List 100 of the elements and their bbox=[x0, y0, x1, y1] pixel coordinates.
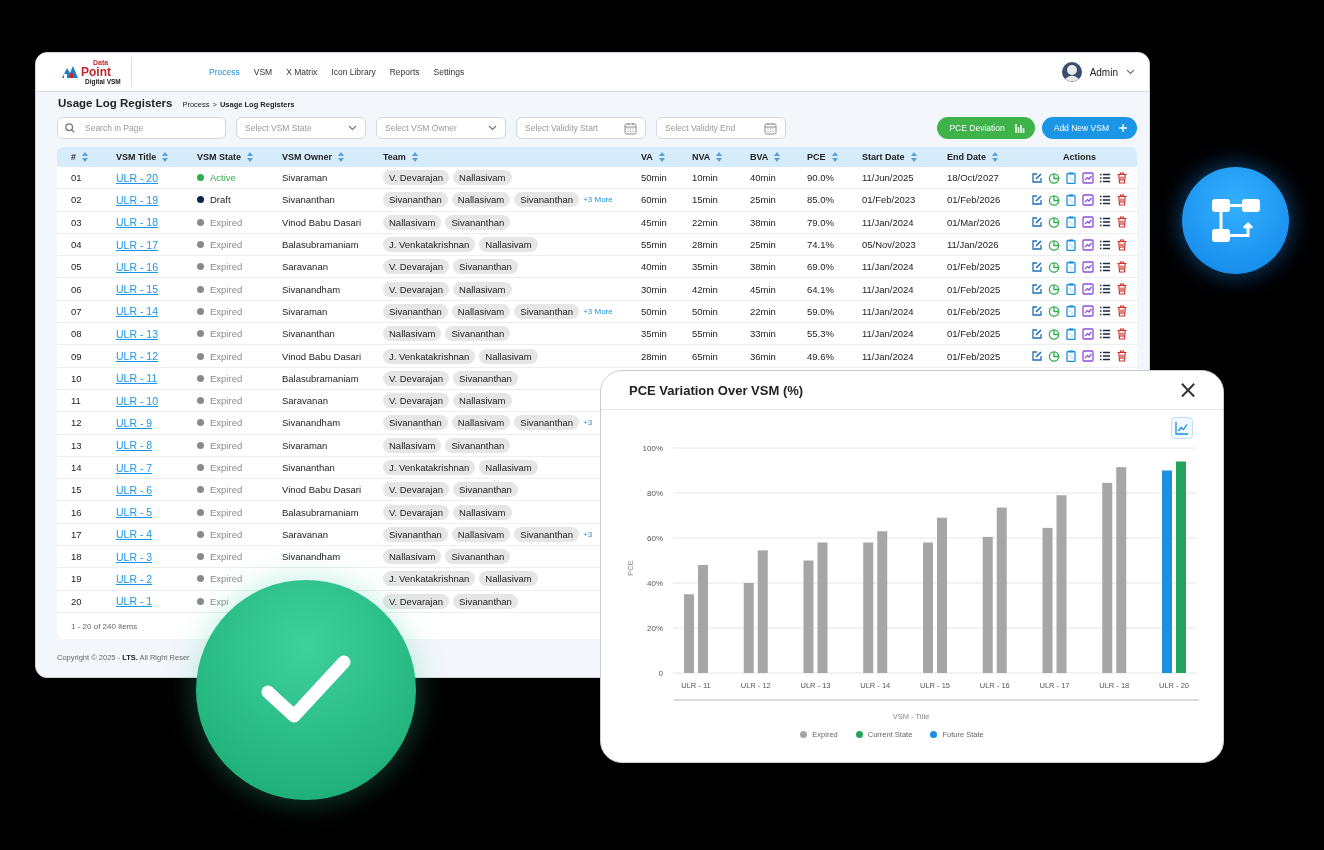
more-link[interactable]: +3 bbox=[583, 418, 593, 428]
title-link[interactable]: ULR - 1 bbox=[116, 595, 153, 608]
list-icon[interactable] bbox=[1099, 193, 1111, 206]
avatar-icon[interactable] bbox=[1061, 62, 1082, 82]
list-icon[interactable] bbox=[1099, 238, 1111, 251]
list-icon[interactable] bbox=[1099, 260, 1111, 273]
title-link[interactable]: ULR - 11 bbox=[116, 372, 158, 385]
title-link[interactable]: ULR - 20 bbox=[116, 171, 158, 184]
clipboard-icon[interactable] bbox=[1065, 260, 1077, 273]
pie-icon[interactable] bbox=[1048, 216, 1060, 229]
list-icon[interactable] bbox=[1099, 283, 1111, 296]
pie-icon[interactable] bbox=[1048, 283, 1060, 296]
more-link[interactable]: +3 bbox=[583, 529, 593, 539]
title-link[interactable]: ULR - 5 bbox=[116, 506, 153, 519]
clipboard-icon[interactable] bbox=[1065, 216, 1077, 229]
table-cell: Sivananthan bbox=[282, 328, 335, 340]
date-field[interactable]: Select Validity Start bbox=[516, 117, 646, 139]
edit-icon[interactable] bbox=[1031, 171, 1043, 184]
edit-icon[interactable] bbox=[1031, 350, 1043, 362]
delete-icon[interactable] bbox=[1116, 305, 1128, 318]
select-field[interactable]: Select VSM Owner bbox=[376, 117, 506, 139]
title-link[interactable]: ULR - 4 bbox=[116, 528, 153, 541]
status-text: Expired bbox=[210, 551, 243, 563]
pie-icon[interactable] bbox=[1048, 327, 1060, 340]
list-icon[interactable] bbox=[1099, 171, 1111, 184]
title-link[interactable]: ULR - 18 bbox=[116, 216, 158, 229]
edit-icon[interactable] bbox=[1031, 193, 1043, 206]
delete-icon[interactable] bbox=[1116, 260, 1128, 273]
clipboard-icon[interactable] bbox=[1065, 193, 1077, 206]
edit-icon[interactable] bbox=[1031, 283, 1043, 296]
delete-icon[interactable] bbox=[1116, 327, 1128, 340]
clipboard-icon[interactable] bbox=[1065, 305, 1077, 318]
add-button[interactable]: Add New VSM bbox=[1041, 117, 1137, 139]
clipboard-icon[interactable] bbox=[1065, 283, 1077, 296]
trend-chart-icon[interactable] bbox=[1082, 238, 1094, 251]
title-link[interactable]: ULR - 16 bbox=[116, 260, 158, 273]
nav-link[interactable]: Icon Library bbox=[331, 67, 376, 77]
delete-icon[interactable] bbox=[1116, 171, 1128, 184]
delete-icon[interactable] bbox=[1116, 350, 1128, 362]
pie-icon[interactable] bbox=[1048, 350, 1060, 362]
trend-chart-icon[interactable] bbox=[1082, 171, 1094, 184]
trend-chart-icon[interactable] bbox=[1082, 305, 1094, 318]
list-icon[interactable] bbox=[1099, 305, 1111, 318]
nav-link[interactable]: Process bbox=[209, 67, 240, 77]
title-link[interactable]: ULR - 17 bbox=[116, 238, 158, 251]
title-link[interactable]: ULR - 14 bbox=[116, 305, 158, 318]
title-link[interactable]: ULR - 7 bbox=[116, 461, 153, 474]
chart-button[interactable]: PCE Deviation bbox=[937, 117, 1035, 139]
pie-icon[interactable] bbox=[1048, 305, 1060, 318]
delete-icon[interactable] bbox=[1116, 216, 1128, 229]
trend-chart-icon[interactable] bbox=[1082, 283, 1094, 296]
delete-icon[interactable] bbox=[1116, 193, 1128, 206]
edit-icon[interactable] bbox=[1031, 327, 1043, 340]
delete-icon[interactable] bbox=[1116, 283, 1128, 296]
user-name[interactable]: Admin bbox=[1089, 66, 1118, 78]
delete-icon[interactable] bbox=[1116, 238, 1128, 251]
title-link[interactable]: ULR - 9 bbox=[116, 416, 153, 429]
nav-link[interactable]: Settings bbox=[433, 67, 465, 77]
close-button[interactable]: × bbox=[1177, 378, 1198, 402]
chart-type-button[interactable] bbox=[1171, 417, 1193, 439]
clipboard-icon[interactable] bbox=[1065, 238, 1077, 251]
title-link[interactable]: ULR - 13 bbox=[116, 327, 158, 340]
nav-link[interactable]: Reports bbox=[389, 67, 420, 77]
table-cell: 40min bbox=[750, 172, 776, 184]
column-header: BVA bbox=[750, 152, 769, 162]
title-link[interactable]: ULR - 3 bbox=[116, 550, 153, 563]
list-icon[interactable] bbox=[1099, 327, 1111, 340]
title-link[interactable]: ULR - 19 bbox=[116, 193, 158, 206]
clipboard-icon[interactable] bbox=[1065, 171, 1077, 184]
title-link[interactable]: ULR - 15 bbox=[116, 283, 158, 296]
trend-chart-icon[interactable] bbox=[1082, 327, 1094, 340]
search-field[interactable]: Search in Page bbox=[57, 117, 226, 139]
title-link[interactable]: ULR - 10 bbox=[116, 394, 158, 407]
list-icon[interactable] bbox=[1099, 350, 1111, 362]
edit-icon[interactable] bbox=[1031, 216, 1043, 229]
clipboard-icon[interactable] bbox=[1065, 327, 1077, 340]
edit-icon[interactable] bbox=[1031, 260, 1043, 273]
pie-icon[interactable] bbox=[1048, 260, 1060, 273]
pie-icon[interactable] bbox=[1048, 238, 1060, 251]
list-icon[interactable] bbox=[1099, 216, 1111, 229]
nav-link[interactable]: X Matrix bbox=[286, 67, 318, 77]
trend-chart-icon[interactable] bbox=[1082, 193, 1094, 206]
pie-icon[interactable] bbox=[1048, 171, 1060, 184]
nav-link[interactable]: VSM bbox=[253, 67, 273, 77]
status-text: Expired bbox=[210, 328, 243, 340]
clipboard-icon[interactable] bbox=[1065, 350, 1077, 362]
trend-chart-icon[interactable] bbox=[1082, 350, 1094, 362]
edit-icon[interactable] bbox=[1031, 305, 1043, 318]
title-link[interactable]: ULR - 2 bbox=[116, 573, 153, 585]
select-field[interactable]: Select VSM State bbox=[236, 117, 366, 139]
edit-icon[interactable] bbox=[1031, 238, 1043, 251]
more-link[interactable]: +3 More bbox=[583, 195, 613, 205]
trend-chart-icon[interactable] bbox=[1082, 216, 1094, 229]
date-field[interactable]: Select Validity End bbox=[656, 117, 786, 139]
title-link[interactable]: ULR - 12 bbox=[116, 350, 158, 362]
pie-icon[interactable] bbox=[1048, 193, 1060, 206]
more-link[interactable]: +3 More bbox=[583, 306, 613, 316]
title-link[interactable]: ULR - 6 bbox=[116, 483, 153, 496]
trend-chart-icon[interactable] bbox=[1082, 260, 1094, 273]
title-link[interactable]: ULR - 8 bbox=[116, 439, 153, 452]
